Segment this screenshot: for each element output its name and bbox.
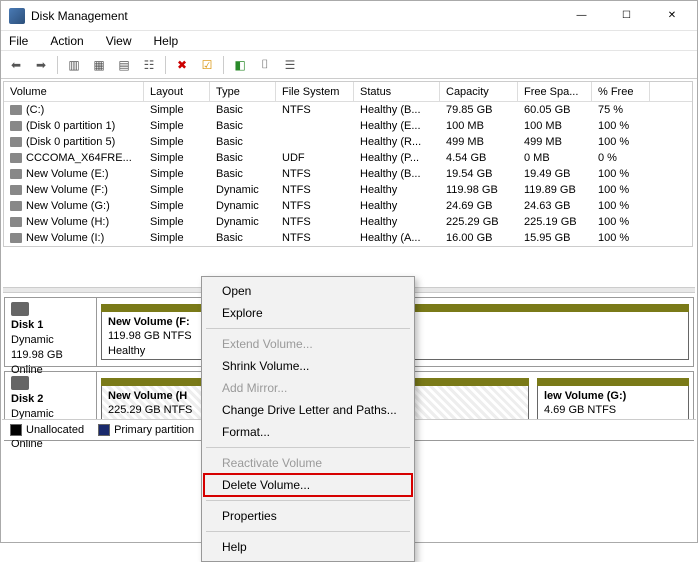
col-volume[interactable]: Volume [4, 82, 144, 101]
table-row[interactable]: New Volume (F:)SimpleDynamicNTFSHealthy1… [4, 182, 692, 198]
ctx-extend: Extend Volume... [204, 333, 412, 355]
new-icon[interactable]: ◧ [229, 54, 251, 76]
back-icon[interactable]: ⬅ [5, 54, 27, 76]
col-fs[interactable]: File System [276, 82, 354, 101]
legend-primary: Primary partition [98, 424, 194, 436]
volume-icon [10, 217, 22, 227]
col-capacity[interactable]: Capacity [440, 82, 518, 101]
panel-icon[interactable]: ▥ [63, 54, 85, 76]
ctx-explore[interactable]: Explore [204, 302, 412, 324]
minimize-button[interactable]: — [559, 2, 604, 30]
volume-icon [10, 169, 22, 179]
volume-header-row: Volume Layout Type File System Status Ca… [4, 82, 692, 102]
menu-help[interactable]: Help [150, 33, 183, 49]
disk-header[interactable]: Disk 1Dynamic119.98 GBOnline [5, 298, 97, 366]
table-row[interactable]: New Volume (E:)SimpleBasicNTFSHealthy (B… [4, 166, 692, 182]
volume-icon [10, 233, 22, 243]
volume-icon [10, 105, 22, 115]
disk-icon[interactable]: ⌷ [254, 54, 276, 76]
toolbar: ⬅ ➡ ▥ ▦ ▤ ☷ ✖ ☑ ◧ ⌷ ☰ [1, 51, 697, 79]
menu-action[interactable]: Action [46, 33, 87, 49]
ctx-help[interactable]: Help [204, 536, 412, 558]
settings-icon[interactable]: ☷ [138, 54, 160, 76]
ctx-shrink[interactable]: Shrink Volume... [204, 355, 412, 377]
docs-icon[interactable]: ☰ [279, 54, 301, 76]
close-button[interactable]: ✕ [649, 2, 695, 30]
menubar: File Action View Help [1, 31, 697, 51]
forward-icon[interactable]: ➡ [30, 54, 52, 76]
delete-icon[interactable]: ✖ [171, 54, 193, 76]
ctx-open[interactable]: Open [204, 280, 412, 302]
menu-file[interactable]: File [5, 33, 32, 49]
volume-icon [10, 137, 22, 147]
col-free[interactable]: Free Spa... [518, 82, 592, 101]
table-row[interactable]: (Disk 0 partition 1)SimpleBasicHealthy (… [4, 118, 692, 134]
ctx-delete-volume[interactable]: Delete Volume... [204, 474, 412, 496]
col-status[interactable]: Status [354, 82, 440, 101]
table-row[interactable]: New Volume (H:)SimpleDynamicNTFSHealthy2… [4, 214, 692, 230]
refresh-table-icon[interactable]: ▦ [88, 54, 110, 76]
ctx-format[interactable]: Format... [204, 421, 412, 443]
ctx-reactivate: Reactivate Volume [204, 452, 412, 474]
ctx-drive-letter[interactable]: Change Drive Letter and Paths... [204, 399, 412, 421]
disk-icon [11, 302, 29, 316]
table-row[interactable]: New Volume (I:)SimpleBasicNTFSHealthy (A… [4, 230, 692, 246]
app-icon [9, 8, 25, 24]
ctx-mirror: Add Mirror... [204, 377, 412, 399]
legend-unallocated: Unallocated [10, 424, 84, 436]
col-layout[interactable]: Layout [144, 82, 210, 101]
volume-icon [10, 121, 22, 131]
volume-list: Volume Layout Type File System Status Ca… [3, 81, 693, 247]
menu-view[interactable]: View [102, 33, 136, 49]
table-row[interactable]: CCCOMA_X64FRE...SimpleBasicUDFHealthy (P… [4, 150, 692, 166]
volume-icon [10, 201, 22, 211]
table-row[interactable]: (Disk 0 partition 5)SimpleBasicHealthy (… [4, 134, 692, 150]
context-menu: Open Explore Extend Volume... Shrink Vol… [201, 276, 415, 562]
disk-icon [11, 376, 29, 390]
maximize-button[interactable]: ☐ [604, 2, 649, 30]
col-percent[interactable]: % Free [592, 82, 650, 101]
table-row[interactable]: (C:)SimpleBasicNTFSHealthy (B...79.85 GB… [4, 102, 692, 118]
check-icon[interactable]: ☑ [196, 54, 218, 76]
volume-icon [10, 185, 22, 195]
volume-icon [10, 153, 22, 163]
titlebar: Disk Management — ☐ ✕ [1, 1, 697, 31]
window-title: Disk Management [31, 9, 559, 23]
table-row[interactable]: New Volume (G:)SimpleDynamicNTFSHealthy2… [4, 198, 692, 214]
ctx-properties[interactable]: Properties [204, 505, 412, 527]
list-icon[interactable]: ▤ [113, 54, 135, 76]
disk-management-window: Disk Management — ☐ ✕ File Action View H… [0, 0, 698, 543]
col-type[interactable]: Type [210, 82, 276, 101]
